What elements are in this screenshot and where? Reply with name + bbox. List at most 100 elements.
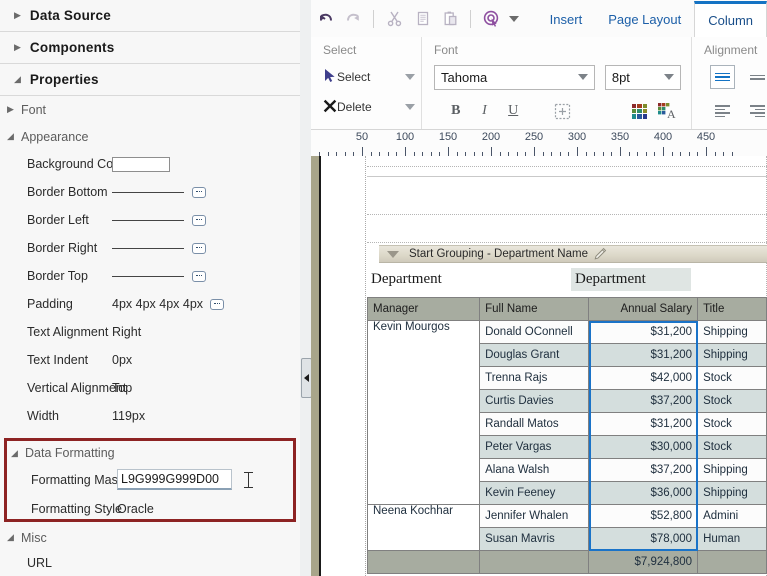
report-canvas[interactable]: Start Grouping - Department Name Departm… <box>311 156 767 576</box>
cell-total-manager[interactable] <box>366 550 481 574</box>
font-family-select[interactable]: Tahoma <box>434 64 595 90</box>
italic-button[interactable]: I <box>479 99 491 123</box>
cell-annual-salary[interactable]: $78,000 <box>588 527 699 551</box>
cell-total-title[interactable] <box>697 550 767 574</box>
column-header-title[interactable]: Title <box>697 297 767 321</box>
cell-full-name[interactable]: Randall Matos <box>479 412 590 436</box>
cell-annual-salary[interactable]: $31,200 <box>588 343 699 367</box>
formatting-mask-input[interactable] <box>117 469 232 490</box>
report-data-table[interactable]: Manager Full Name Annual Salary Title Ke… <box>366 297 767 574</box>
property-label: Border Left <box>27 213 89 227</box>
font-color-icon[interactable]: A <box>658 99 676 123</box>
column-header-manager[interactable]: Manager <box>366 297 481 321</box>
cell-title[interactable]: Human <box>697 527 767 551</box>
cell-annual-salary[interactable]: $36,000 <box>588 481 699 505</box>
start-grouping-bar[interactable]: Start Grouping - Department Name <box>379 245 767 263</box>
cell-full-name[interactable]: Peter Vargas <box>479 435 590 459</box>
cell-full-name[interactable]: Trenna Rajs <box>479 366 590 390</box>
ellipsis-button-icon[interactable] <box>192 214 206 226</box>
cell-title[interactable]: Shipping <box>697 481 767 505</box>
accordion-data-source[interactable]: ▶ Data Source <box>0 0 300 32</box>
cell-annual-salary[interactable]: $52,800 <box>588 504 699 528</box>
cell-title[interactable]: Stock <box>697 435 767 459</box>
column-header-annual-salary[interactable]: Annual Salary <box>588 297 699 321</box>
tab-page-layout[interactable]: Page Layout <box>595 1 694 37</box>
collapse-triangle-icon[interactable] <box>387 250 399 258</box>
align-top-button[interactable] <box>710 65 735 89</box>
table-row[interactable]: Neena Kochhar Jennifer Whalen $52,800 Admin… <box>366 504 767 551</box>
cell-title[interactable]: Stock <box>697 412 767 436</box>
chevron-down-icon[interactable] <box>405 104 415 110</box>
cell-total-full-name[interactable] <box>479 550 590 574</box>
cell-manager[interactable]: Neena Kochhar <box>366 504 481 551</box>
align-right-button[interactable] <box>745 99 767 123</box>
cell-full-name[interactable]: Alana Walsh <box>479 458 590 482</box>
group-data-formatting[interactable]: ◢ Data Formatting <box>7 441 293 465</box>
font-size-select[interactable]: 8pt <box>604 64 681 90</box>
accordion-properties[interactable]: ◢ Properties <box>0 64 300 96</box>
cell-title[interactable]: Shipping <box>697 320 767 344</box>
cell-total-annual-salary[interactable]: $7,924,800 <box>588 550 699 574</box>
formatting-style-value[interactable]: Oracle <box>117 502 293 516</box>
ellipsis-button-icon[interactable] <box>192 242 206 254</box>
bold-button[interactable]: B <box>450 99 462 123</box>
align-middle-button[interactable] <box>745 65 767 89</box>
redo-icon[interactable] <box>340 6 366 32</box>
undo-icon[interactable] <box>312 6 338 32</box>
group-font[interactable]: ▶ Font <box>0 96 300 123</box>
tab-column[interactable]: Column <box>694 1 767 38</box>
text-alignment-value[interactable]: Right <box>112 325 300 339</box>
cell-annual-salary[interactable]: $30,000 <box>588 435 699 459</box>
select-command-row[interactable]: Select <box>323 62 415 92</box>
underline-button[interactable]: U <box>507 99 519 123</box>
fill-color-icon[interactable] <box>632 99 648 123</box>
target-icon[interactable] <box>478 6 504 32</box>
cell-full-name[interactable]: Kevin Feeney <box>479 481 590 505</box>
cut-icon[interactable] <box>381 6 407 32</box>
text-indent-value[interactable]: 0px <box>112 353 300 367</box>
horizontal-ruler[interactable]: 50 100 150 200 250 300 350 400 450 <box>311 130 767 157</box>
cell-annual-salary[interactable]: $37,200 <box>588 389 699 413</box>
cell-full-name[interactable]: Jennifer Whalen <box>479 504 590 528</box>
copy-icon[interactable] <box>409 6 435 32</box>
delete-command-row[interactable]: Delete <box>323 92 415 122</box>
group-appearance[interactable]: ◢ Appearance <box>0 123 300 150</box>
table-total-row[interactable]: $7,924,800 <box>366 550 767 574</box>
cell-title[interactable]: Stock <box>697 389 767 413</box>
target-dropdown-icon[interactable] <box>506 6 522 32</box>
cell-full-name[interactable]: Curtis Davies <box>479 389 590 413</box>
cell-annual-salary[interactable]: $31,200 <box>588 412 699 436</box>
chevron-down-icon[interactable] <box>405 74 415 80</box>
border-grid-icon[interactable] <box>554 99 571 123</box>
cell-annual-salary[interactable]: $42,000 <box>588 366 699 390</box>
property-row: Border Top <box>0 262 300 290</box>
width-value[interactable]: 119px <box>112 409 300 423</box>
ellipsis-button-icon[interactable] <box>210 298 225 310</box>
background-color-swatch[interactable] <box>112 156 170 172</box>
border-preview-line <box>112 219 184 221</box>
cell-full-name[interactable]: Donald OConnell <box>479 320 590 344</box>
column-header-full-name[interactable]: Full Name <box>479 297 590 321</box>
tab-insert[interactable]: Insert <box>537 1 596 37</box>
table-row[interactable]: Kevin Mourgos Donald OConnell $31,200 Shipp… <box>366 320 767 505</box>
group-misc[interactable]: ◢ Misc <box>0 524 300 551</box>
cell-annual-salary[interactable]: $37,200 <box>588 458 699 482</box>
paste-icon[interactable] <box>437 6 463 32</box>
cell-title[interactable]: Shipping <box>697 458 767 482</box>
cell-annual-salary[interactable]: $31,200 <box>588 320 699 344</box>
vertical-alignment-value[interactable]: Top <box>112 381 300 395</box>
accordion-components[interactable]: ▶ Components <box>0 32 300 64</box>
cell-title[interactable]: Admini <box>697 504 767 528</box>
ellipsis-button-icon[interactable] <box>192 186 206 198</box>
cell-full-name[interactable]: Douglas Grant <box>479 343 590 367</box>
department-field-right[interactable]: Department <box>571 268 691 291</box>
edit-pencil-icon[interactable] <box>593 247 607 261</box>
align-left-button[interactable] <box>710 99 735 123</box>
property-row: Text Indent 0px <box>0 346 300 374</box>
department-label-left[interactable]: Department <box>367 268 569 291</box>
cell-full-name[interactable]: Susan Mavris <box>479 527 590 551</box>
ellipsis-button-icon[interactable] <box>192 270 206 282</box>
cell-title[interactable]: Shipping <box>697 343 767 367</box>
cell-manager[interactable]: Kevin Mourgos <box>366 320 481 505</box>
cell-title[interactable]: Stock <box>697 366 767 390</box>
